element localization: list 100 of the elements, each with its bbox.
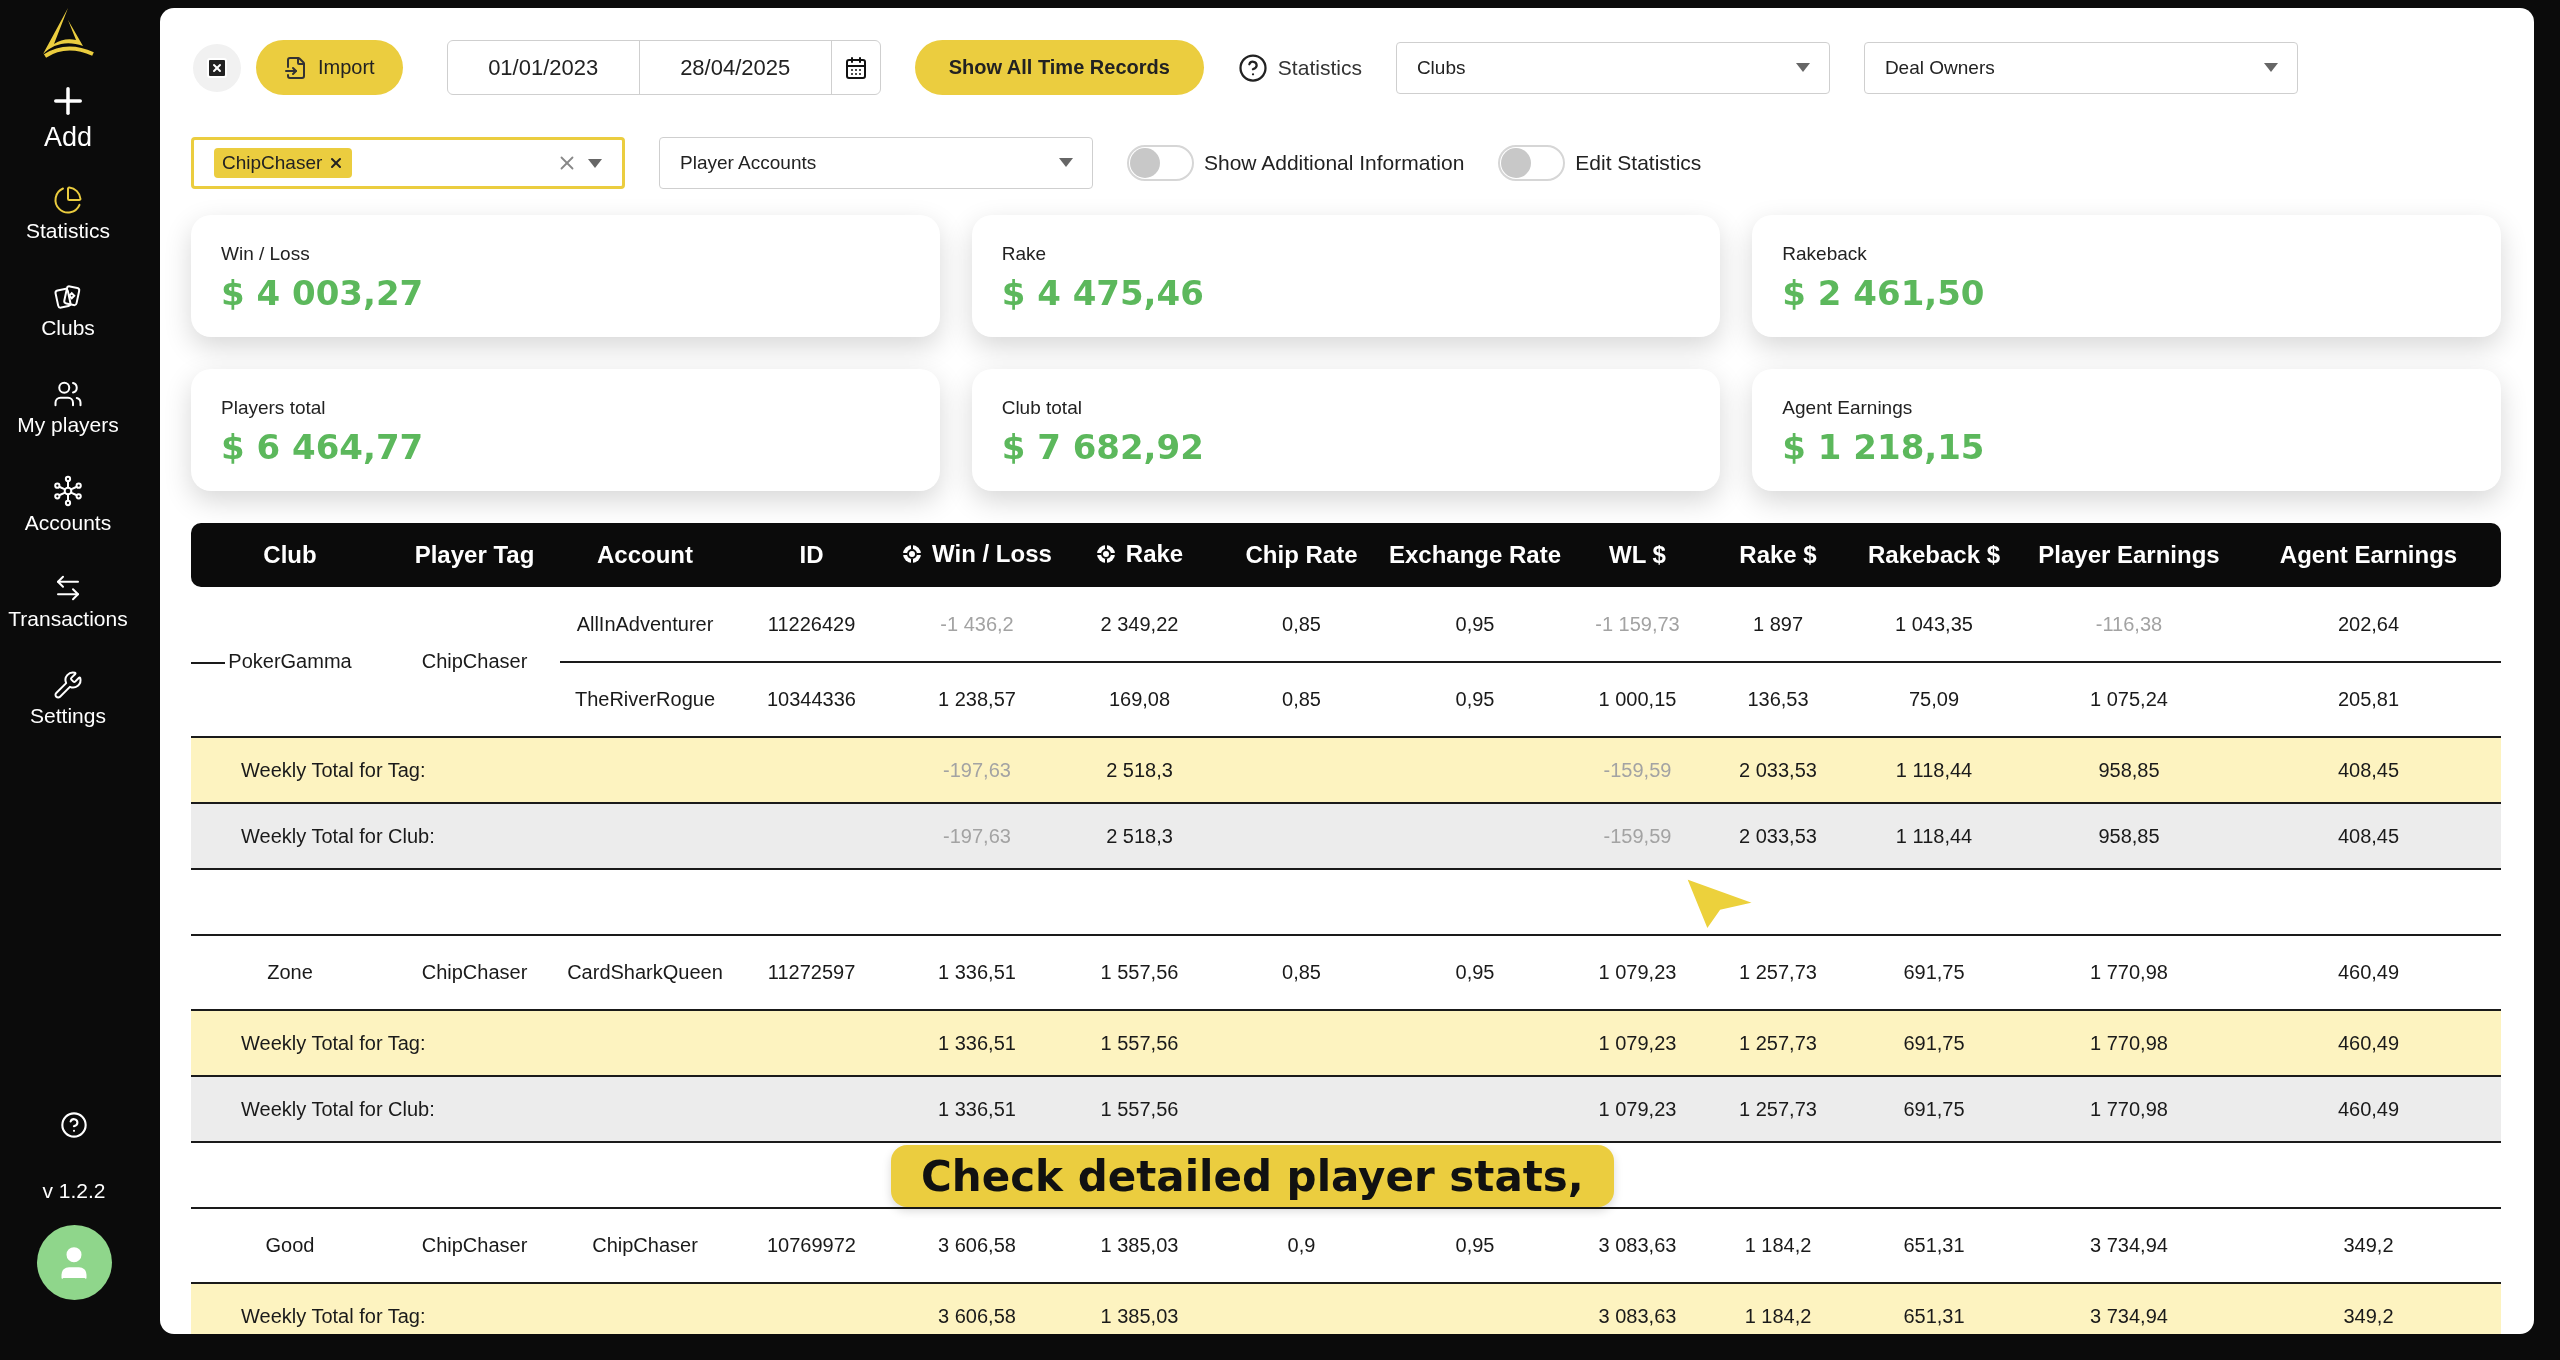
table-cell: 0,95	[1385, 1208, 1565, 1283]
import-button[interactable]: Import	[256, 40, 403, 95]
table-cell: 205,81	[2236, 662, 2501, 737]
table-cell: 958,85	[2022, 803, 2236, 869]
table-cell: -197,63	[893, 737, 1061, 803]
table-cell: 3 734,94	[2022, 1208, 2236, 1283]
column-header[interactable]: Player Tag	[389, 523, 560, 587]
chip-icon	[1095, 544, 1116, 564]
table-cell: 1 770,98	[2022, 935, 2236, 1010]
date-range-field[interactable]: 01/01/2023 28/04/2025	[446, 40, 881, 95]
column-header[interactable]: WL $	[1565, 523, 1710, 587]
version-label: v 1.2.2	[42, 1179, 106, 1203]
table-cell: 0,95	[1385, 662, 1565, 737]
table-cell: 2 518,3	[1061, 803, 1218, 869]
date-input[interactable]: 01/01/2023	[447, 41, 640, 94]
file-import-icon	[284, 55, 308, 80]
column-header[interactable]: ID	[730, 523, 893, 587]
date-input[interactable]: 28/04/2025	[639, 41, 832, 94]
table-cell: 0,85	[1218, 662, 1385, 737]
statistics-label: Statistics	[1277, 55, 1362, 80]
toggle-switch[interactable]	[1498, 145, 1566, 181]
table-cell: 3 606,58	[893, 1283, 1061, 1334]
card-value: $ 6 464,77	[221, 427, 425, 467]
table-cell: 1 079,23	[1565, 1010, 1710, 1076]
video-caption: Check detailed player stats,	[891, 1145, 1614, 1207]
table-cell: 1 385,03	[1061, 1283, 1218, 1334]
table-cell: 75,09	[1846, 662, 2022, 737]
total-label: Weekly Total for Tag:	[191, 737, 893, 803]
column-header[interactable]: Rakeback $	[1846, 523, 2022, 587]
caret-icon[interactable]	[588, 158, 602, 168]
show-all-time-button[interactable]: Show All Time Records	[914, 40, 1204, 95]
column-header[interactable]: Account	[560, 523, 730, 587]
caret-icon[interactable]	[1059, 158, 1073, 167]
caret-icon[interactable]	[2263, 62, 2278, 72]
table-cell: 691,75	[1846, 1010, 2022, 1076]
table-cell: 691,75	[1846, 1076, 2022, 1142]
table-cell: Good	[191, 1208, 389, 1283]
column-header[interactable]: Agent Earnings	[2236, 523, 2501, 587]
toggle-switch[interactable]	[1127, 145, 1194, 181]
table-cell: -159,59	[1565, 803, 1710, 869]
column-header[interactable]: Club	[191, 523, 389, 587]
nav-item[interactable]: My players	[13, 359, 123, 456]
close-icon	[205, 55, 229, 80]
card-value: $ 2 461,50	[1782, 273, 1986, 313]
table-cell: 0,95	[1385, 935, 1565, 1010]
column-header[interactable]: Rake $	[1710, 523, 1846, 587]
table-cell: 651,31	[1846, 1283, 2022, 1334]
deal-owners-select[interactable]: Deal Owners	[1863, 41, 2298, 94]
table-cell: 3 083,63	[1565, 1208, 1710, 1283]
table-cell: 3 606,58	[893, 1208, 1061, 1283]
tag-select[interactable]: ChipChaser	[191, 137, 625, 189]
card-value: $ 1 218,15	[1782, 427, 1986, 467]
table-cell: 1 257,73	[1710, 1076, 1846, 1142]
player-accounts-select[interactable]: Player Accounts	[659, 137, 1093, 189]
network-icon	[52, 474, 84, 507]
calendar-icon	[843, 55, 868, 80]
table-cell: 1 257,73	[1710, 935, 1846, 1010]
card-value: $ 7 682,92	[1001, 427, 1205, 467]
table-cell: 349,2	[2236, 1283, 2501, 1334]
table-cell: 10344336	[730, 662, 893, 737]
add-button[interactable]: Add	[43, 80, 92, 153]
table-cell: -159,59	[1565, 737, 1710, 803]
column-header[interactable]: Win / Loss	[893, 523, 1061, 587]
close-button[interactable]	[193, 43, 241, 92]
nav-item[interactable]: Settings	[26, 650, 110, 747]
table-cell: 651,31	[1846, 1208, 2022, 1283]
column-header[interactable]: Player Earnings	[2022, 523, 2236, 587]
table-cell: ChipChaser	[389, 587, 560, 737]
clubs-select[interactable]: Clubs	[1395, 41, 1830, 94]
table-cell: 11272597	[730, 935, 893, 1010]
table-cell: ChipChaser	[389, 935, 560, 1010]
caret-icon[interactable]	[1795, 62, 1810, 72]
card-label: Players total	[221, 397, 327, 419]
table-cell: 460,49	[2236, 935, 2501, 1010]
table-cell: ChipChaser	[389, 1208, 560, 1283]
pie-chart-icon	[53, 184, 83, 215]
table-cell: 3 734,94	[2022, 1283, 2236, 1334]
help-icon[interactable]	[60, 1111, 88, 1139]
card-value: $ 4 475,46	[1001, 273, 1205, 313]
nav-item[interactable]: Transactions	[4, 553, 132, 650]
card-label: Rakeback	[1782, 243, 1868, 265]
table-cell: 460,49	[2236, 1010, 2501, 1076]
table-cell: 1 336,51	[893, 1076, 1061, 1142]
nav-item[interactable]: Accounts	[20, 456, 116, 553]
card-label: Agent Earnings	[1782, 397, 1914, 419]
toggle-label: Show Additional Information	[1204, 151, 1465, 175]
table-cell: 2 033,53	[1710, 737, 1846, 803]
column-header[interactable]: Chip Rate	[1218, 523, 1385, 587]
column-header[interactable]: Rake	[1061, 523, 1218, 587]
column-header[interactable]: Exchange Rate	[1385, 523, 1565, 587]
help-icon[interactable]	[1237, 52, 1268, 83]
table-cell: -197,63	[893, 803, 1061, 869]
table-cell: 1 770,98	[2022, 1010, 2236, 1076]
total-label: Weekly Total for Club:	[191, 803, 893, 869]
nav-item[interactable]: Statistics	[22, 165, 114, 262]
total-label: Weekly Total for Club:	[191, 1076, 893, 1142]
nav-item[interactable]: Clubs	[37, 262, 99, 359]
table-cell: 408,45	[2236, 803, 2501, 869]
tag-chip[interactable]: ChipChaser	[214, 148, 353, 178]
table-cell: PokerGamma	[191, 587, 389, 737]
